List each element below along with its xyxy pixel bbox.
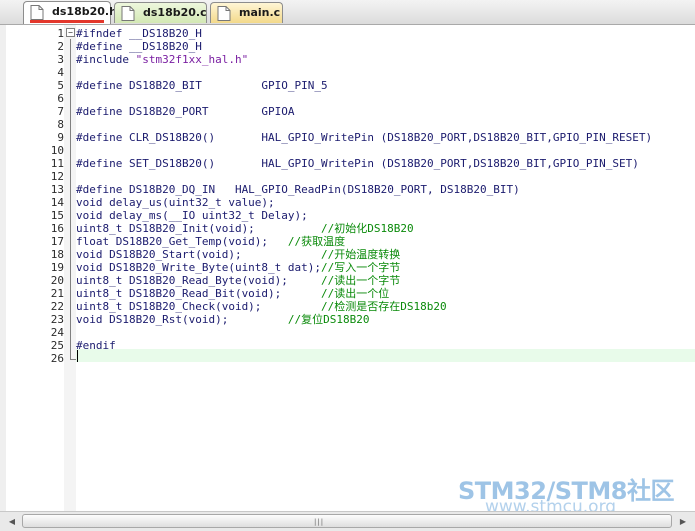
code-line: uint8_t DS18B20_Init(void); //初始化DS18B20 <box>76 222 414 235</box>
tab-ds18b20-c[interactable]: ds18b20.c <box>114 2 207 23</box>
horizontal-scrollbar[interactable]: ◀ ||| ▶ <box>0 511 695 531</box>
line-number: 19 <box>50 261 64 274</box>
scroll-left-button[interactable]: ◀ <box>4 514 20 529</box>
code-line: uint8_t DS18B20_Read_Bit(void); //读出一个位 <box>76 287 389 300</box>
line-number: 23 <box>50 313 64 326</box>
file-icon <box>217 6 231 21</box>
code-line: void DS18B20_Rst(void); //复位DS18B20 <box>76 313 370 326</box>
line-number: 18 <box>50 248 64 261</box>
line-number: 11 <box>50 157 64 170</box>
tab-label: ds18b20.c <box>143 6 207 19</box>
line-number: 22 <box>50 300 64 313</box>
code-line: void DS18B20_Start(void); //开始温度转换 <box>76 248 400 261</box>
scrollbar-thumb[interactable]: ||| <box>22 514 672 528</box>
code-line: #include "stm32f1xx_hal.h" <box>76 53 248 66</box>
code-text: uint8_t DS18B20_Read_Byte(void); <box>76 274 322 287</box>
tab-ds18b20-h[interactable]: ds18b20.h <box>23 1 117 24</box>
line-number: 14 <box>50 196 64 209</box>
code-line: #define SET_DS18B20() HAL_GPIO_WritePin … <box>76 157 639 170</box>
line-number: 26 <box>50 352 64 365</box>
line-number: 7 <box>57 105 64 118</box>
file-icon <box>121 6 135 21</box>
line-number: 8 <box>57 118 64 131</box>
code-line: #endif <box>76 339 116 352</box>
line-number-gutter: 1 2 3 4 5 6 7 8 9 10 11 12 13 14 15 16 17 18 19 20 21 22 23 24 2… <box>6 25 64 511</box>
line-number: 5 <box>57 79 64 92</box>
fold-collapse-icon[interactable]: − <box>66 28 75 37</box>
grip-icon: ||| <box>314 518 325 526</box>
line-number: 13 <box>50 183 64 196</box>
line-number: 20 <box>50 274 64 287</box>
code-line: uint8_t DS18B20_Check(void); //检测是否存在DS1… <box>76 300 447 313</box>
line-number: 4 <box>57 66 64 79</box>
code-string: "stm32f1xx_hal.h" <box>135 53 249 66</box>
code-text: uint8_t DS18B20_Read_Bit(void); <box>76 287 322 300</box>
code-text: float DS18B20_Get_Temp(void); <box>76 235 288 248</box>
code-line: float DS18B20_Get_Temp(void); //获取温度 <box>76 235 345 248</box>
line-number: 10 <box>50 144 64 157</box>
code-text: #include <box>76 53 136 66</box>
code-comment: //读出一个字节 <box>321 274 401 287</box>
fold-margin[interactable]: − <box>64 25 76 511</box>
code-line: #define DS18B20_DQ_IN HAL_GPIO_ReadPin(D… <box>76 183 520 196</box>
code-comment: //检测是否存在DS18b20 <box>321 300 447 313</box>
line-number: 1 <box>57 27 64 40</box>
line-number: 6 <box>57 92 64 105</box>
fold-line <box>70 39 71 359</box>
code-line: void delay_ms(__IO uint32_t Delay); <box>76 209 308 222</box>
line-number: 15 <box>50 209 64 222</box>
code-text: uint8_t DS18B20_Check(void); <box>76 300 322 313</box>
code-line: void delay_us(uint32_t value); <box>76 196 275 209</box>
scroll-right-button[interactable]: ▶ <box>675 514 691 529</box>
line-number: 2 <box>57 40 64 53</box>
file-icon <box>30 5 44 20</box>
code-line: #define CLR_DS18B20() HAL_GPIO_WritePin … <box>76 131 653 144</box>
code-text: void DS18B20_Start(void); <box>76 248 322 261</box>
line-number: 12 <box>50 170 64 183</box>
line-number: 9 <box>57 131 64 144</box>
line-number: 3 <box>57 53 64 66</box>
code-text: uint8_t DS18B20_Init(void); <box>76 222 322 235</box>
code-text: void DS18B20_Rst(void); <box>76 313 288 326</box>
code-comment: //初始化DS18B20 <box>321 222 414 235</box>
code-comment: //复位DS18B20 <box>287 313 370 326</box>
tab-label: ds18b20.h <box>52 5 117 18</box>
code-line: uint8_t DS18B20_Read_Byte(void); //读出一个字… <box>76 274 400 287</box>
line-number: 21 <box>50 287 64 300</box>
line-number: 17 <box>50 235 64 248</box>
code-line: void DS18B20_Write_Byte(uint8_t dat);//写… <box>76 261 400 274</box>
tab-bar: ds18b20.h ds18b20.c main.c <box>0 0 695 25</box>
tab-main-c[interactable]: main.c <box>210 2 283 23</box>
line-number: 24 <box>50 326 64 339</box>
code-line: #define DS18B20_PORT GPIOA <box>76 105 295 118</box>
code-comment: //获取温度 <box>287 235 346 248</box>
code-line: #define DS18B20_BIT GPIO_PIN_5 <box>76 79 328 92</box>
line-number: 25 <box>50 339 64 352</box>
code-editor[interactable]: 1 2 3 4 5 6 7 8 9 10 11 12 13 14 15 16 17 18 19 20 21 22 23 24 2… <box>0 25 695 511</box>
text-caret <box>77 350 78 362</box>
code-comment: //读出一个位 <box>321 287 390 300</box>
code-comment: //写入一个字节 <box>321 261 401 274</box>
line-number: 16 <box>50 222 64 235</box>
code-line: #define __DS18B20_H <box>76 40 202 53</box>
code-area[interactable]: #ifndef __DS18B20_H #define __DS18B20_H #i… <box>76 25 695 511</box>
code-text: void DS18B20_Write_Byte(uint8_t dat); <box>76 261 322 274</box>
code-comment: //开始温度转换 <box>321 248 401 261</box>
code-line: #ifndef __DS18B20_H <box>76 27 202 40</box>
tab-label: main.c <box>239 6 281 19</box>
